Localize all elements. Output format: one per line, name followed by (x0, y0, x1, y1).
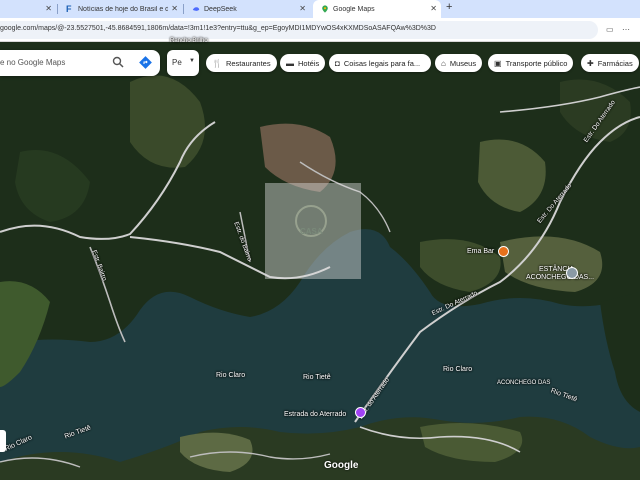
url-field[interactable]: google.com/maps/@-23.5527501,-45.8684591… (0, 21, 598, 39)
museum-icon: ⌂ (441, 58, 446, 68)
place-pin-icon[interactable] (566, 267, 578, 279)
chip-label: Hotéis (298, 58, 320, 68)
place-label[interactable]: ACONCHEGO DAS... (526, 274, 594, 281)
chip-hotels[interactable]: ▬ Hotéis (280, 54, 326, 72)
layer-label: Pe (172, 58, 182, 67)
chip-label: Museus (449, 58, 477, 68)
chip-label: Farmácias (597, 58, 633, 68)
close-icon[interactable]: ✕ (171, 4, 178, 13)
address-bar: google.com/maps/@-23.5527501,-45.8684591… (0, 18, 640, 42)
pharmacy-icon: ✚ (587, 58, 594, 68)
layer-selector[interactable]: Pe ▼ (167, 50, 199, 76)
tab-title: Google Maps (333, 5, 375, 13)
tab-google-maps[interactable]: Google Maps ✕ (313, 0, 441, 18)
chip-things-to-do[interactable]: ◘ Coisas legais para fa... (329, 54, 431, 72)
river-label: Rio Tietê (303, 374, 331, 381)
chip-restaurants[interactable]: 🍴 Restaurantes (206, 54, 277, 72)
river-label: Rio Claro (443, 366, 473, 373)
tab-noticias[interactable]: F Notícias de hoje do Brasil e do ✕ (62, 0, 182, 18)
place-label[interactable]: Ema Bar (467, 248, 494, 255)
bed-icon: ▬ (286, 58, 294, 68)
directions-icon[interactable] (139, 56, 152, 69)
chip-museums[interactable]: ⌂ Museus (435, 54, 483, 72)
place-label: Rancho Brilho (170, 38, 208, 44)
close-icon[interactable]: ✕ (45, 4, 52, 13)
river-label: Rio Claro (216, 372, 246, 379)
maps-pin-icon (322, 5, 328, 13)
tab-title: Notícias de hoje do Brasil e do (78, 5, 168, 13)
tab-divider (57, 4, 58, 14)
fork-knife-icon: 🍴 (212, 58, 222, 68)
tab-0[interactable]: ✕ (0, 0, 56, 18)
search-box[interactable]: e no Google Maps (0, 50, 160, 76)
bus-icon: ▣ (494, 58, 502, 68)
tab-deepseek[interactable]: DeepSeek ✕ (186, 0, 310, 18)
close-icon[interactable]: ✕ (430, 4, 437, 13)
close-icon[interactable]: ✕ (299, 4, 306, 13)
chip-pharmacies[interactable]: ✚ Farmácias (581, 54, 639, 72)
tab-divider (183, 4, 184, 14)
road-label: Estrada do Aterrado (284, 411, 347, 418)
side-panel-toggle[interactable] (0, 430, 6, 452)
watermark-text: CASA (300, 227, 323, 236)
chip-label: Transporte público (505, 58, 568, 68)
new-tab-icon[interactable]: + (446, 1, 452, 13)
restaurant-pin-icon[interactable] (498, 246, 509, 257)
chip-label: Coisas legais para fa... (343, 58, 421, 68)
f-favicon-icon: F (66, 4, 72, 14)
watermark-logo: CASA (265, 183, 361, 279)
chevron-down-icon: ▼ (189, 58, 195, 64)
search-input[interactable]: e no Google Maps (0, 58, 65, 67)
tab-strip: ✕ F Notícias de hoje do Brasil e do ✕ De… (0, 0, 640, 18)
url-text: google.com/maps/@-23.5527501,-45.8684591… (0, 25, 436, 32)
dots-icon[interactable]: ⋯ (622, 25, 630, 34)
cast-icon[interactable]: ▭ (606, 25, 614, 34)
search-icon[interactable] (112, 56, 124, 68)
camera-icon: ◘ (335, 58, 340, 68)
transit-pin-icon[interactable] (355, 407, 366, 418)
chip-label: Restaurantes (225, 58, 271, 68)
tab-title: DeepSeek (204, 5, 237, 13)
google-logo: Google (324, 460, 359, 471)
whale-icon (192, 7, 200, 11)
water-label: ACONCHEGO DAS (497, 380, 551, 386)
chip-transit[interactable]: ▣ Transporte público (488, 54, 574, 72)
